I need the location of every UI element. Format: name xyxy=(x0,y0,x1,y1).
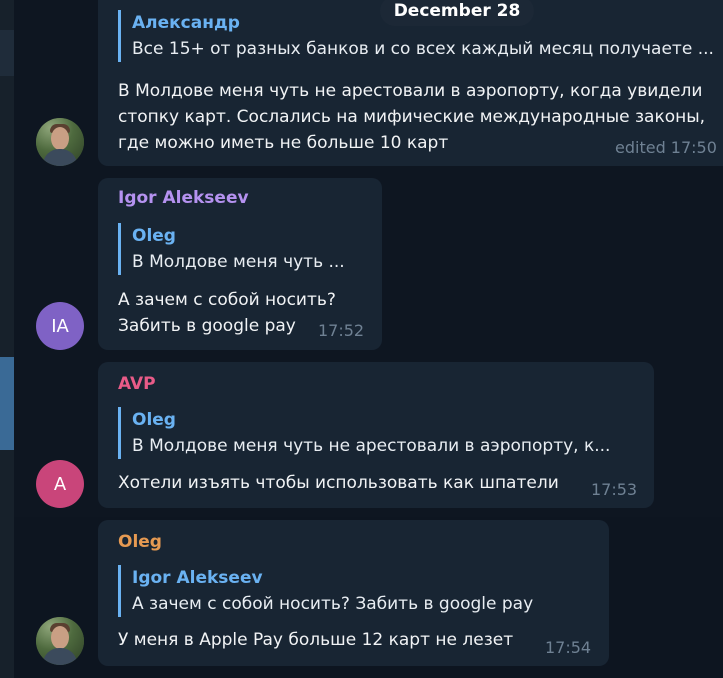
chat-list-item-active[interactable] xyxy=(0,357,14,450)
avatar-initials: IA xyxy=(51,315,69,337)
message-text: У меня в Apple Pay больше 12 карт не лез… xyxy=(118,630,514,650)
reply-text: А зачем с собой носить? Забить в google … xyxy=(132,594,534,614)
message-bubble[interactable]: AVP Oleg В Молдове меня чуть не арестова… xyxy=(98,362,654,508)
reply-quote[interactable]: Igor Alekseev А зачем с собой носить? За… xyxy=(118,565,533,617)
avatar[interactable] xyxy=(36,617,84,665)
avatar-initials: A xyxy=(53,473,67,495)
message-text: В Молдове меня чуть не арестовали в аэро… xyxy=(118,81,703,101)
chat-list-strip[interactable] xyxy=(0,0,14,678)
reply-quote[interactable]: Oleg В Молдове меня чуть не арестовали в… xyxy=(118,407,610,459)
reply-text: В Молдове меня чуть не арестовали в аэро… xyxy=(132,436,611,456)
reply-sender: Oleg xyxy=(132,226,176,246)
sender-name[interactable]: Oleg xyxy=(118,532,162,552)
message-time: 17:52 xyxy=(318,321,365,340)
reply-sender: Igor Alekseev xyxy=(132,568,263,588)
message-text: Забить в google pay xyxy=(118,316,296,336)
avatar[interactable]: IA xyxy=(36,302,84,350)
chat-list-item[interactable] xyxy=(0,30,14,76)
message-text: А зачем с собой носить? xyxy=(118,290,336,310)
reply-text: В Молдове меня чуть ... xyxy=(132,252,345,272)
message-time: 17:54 xyxy=(545,638,592,657)
date-separator: December 28 xyxy=(380,0,534,26)
avatar[interactable]: A xyxy=(36,460,84,508)
sender-name[interactable]: AVP xyxy=(118,374,156,394)
sender-name[interactable]: Igor Alekseev xyxy=(118,188,249,208)
message-text: стопку карт. Сослались на мифические меж… xyxy=(118,107,706,127)
message-time: edited 17:50 xyxy=(615,138,717,157)
reply-quote[interactable]: Oleg В Молдове меня чуть ... xyxy=(118,223,345,275)
message-text: где можно иметь не больше 10 карт xyxy=(118,133,449,153)
reply-sender: Oleg xyxy=(132,410,176,430)
message-bubble[interactable]: Oleg Igor Alekseev А зачем с собой носит… xyxy=(98,520,609,666)
message-time: 17:53 xyxy=(591,480,638,499)
message-text: Хотели изъять чтобы использовать как шпа… xyxy=(118,473,559,493)
message-bubble[interactable]: Igor Alekseev Oleg В Молдове меня чуть .… xyxy=(98,178,382,350)
reply-text: Все 15+ от разных банков и со всех кажды… xyxy=(132,39,714,59)
avatar[interactable] xyxy=(36,118,84,166)
